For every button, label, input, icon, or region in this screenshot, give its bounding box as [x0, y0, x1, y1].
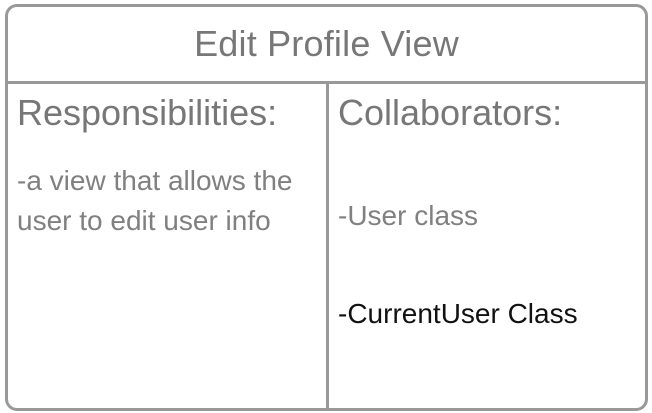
responsibilities-column: Responsibilities: -a view that allows th… [8, 84, 326, 408]
responsibility-item: -a view that allows the user to edit use… [17, 165, 293, 236]
responsibilities-heading: Responsibilities: [17, 92, 278, 133]
crc-card: Edit Profile View Responsibilities: -a v… [5, 4, 648, 411]
collaborators-heading: Collaborators: [338, 92, 563, 133]
card-title: Edit Profile View [194, 23, 459, 64]
collaborator-item-currentuser-class: -CurrentUser Class [338, 298, 578, 329]
collaborator-item-user-class: -User class [338, 200, 479, 231]
collaborators-column: Collaborators: -User class -CurrentUser … [329, 84, 645, 408]
